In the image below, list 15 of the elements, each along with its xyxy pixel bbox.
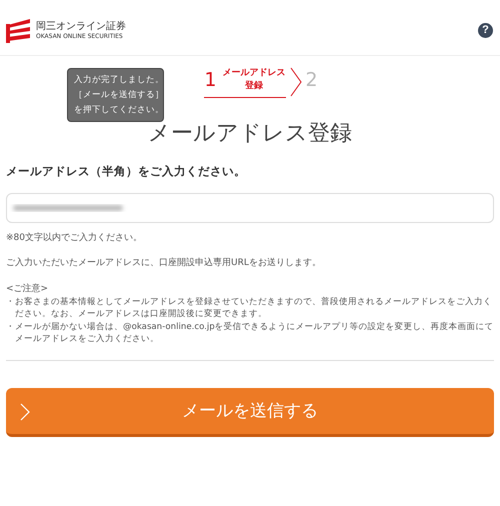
tooltip: 入力が完了しました。 ［メールを送信する］ を押下してください。 [67, 68, 164, 122]
logo-icon [6, 18, 32, 42]
logo-name: 岡三オンライン証券 [36, 20, 126, 32]
notice-item: ・お客さまの基本情報としてメールアドレスを登録させていただきますので、普段使用されるメールアドレスをご入力ください。なお、メールアドレスは口座開設後に変更できます。 [6, 296, 493, 320]
field-label: メールアドレス（半角）をご入力ください。 [6, 164, 247, 178]
notice-heading: <ご注意> [6, 283, 50, 296]
hint-text: ※80文字以内でご入力ください。 [6, 232, 143, 244]
info-text: ご入力いただいたメールアドレスに、口座開設申込専用URLをお送りします。 [6, 257, 322, 269]
progress-step: 2 [306, 69, 318, 95]
page-title: メールアドレス登録 [147, 120, 353, 148]
notice-item: ・メールが届かない場合は、@okasan-online.co.jpを受信できるようにメールアプリ等の設定を変更し、再度本画面にてメールアドレスをご入力ください。 [6, 320, 494, 346]
help-button[interactable]: ? [478, 23, 493, 38]
email-field[interactable] [6, 193, 494, 223]
chevron-icon [20, 402, 30, 420]
chevron-icon [290, 67, 302, 97]
